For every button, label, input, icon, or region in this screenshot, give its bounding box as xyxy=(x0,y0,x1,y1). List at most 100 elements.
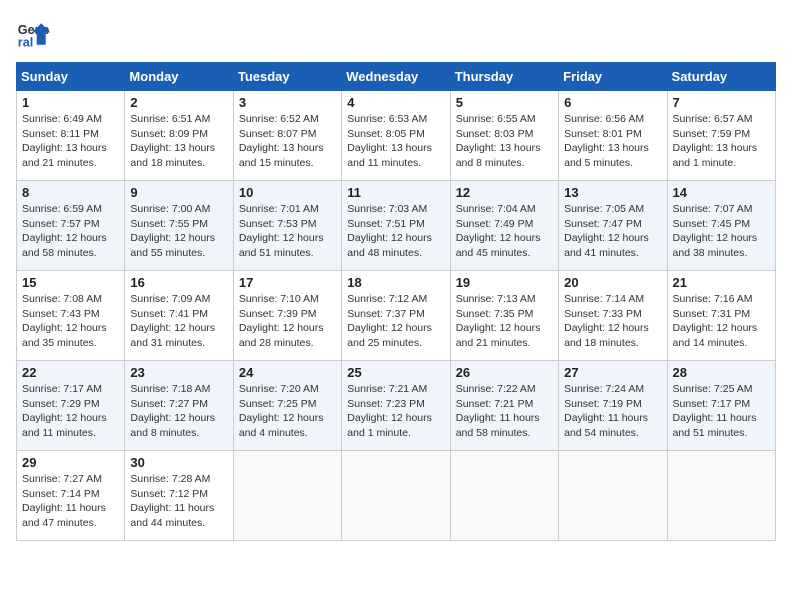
weekday-header-tuesday: Tuesday xyxy=(233,63,341,91)
calendar-cell: 6 Sunrise: 6:56 AMSunset: 8:01 PMDaylight… xyxy=(559,91,667,181)
day-number: 30 xyxy=(130,455,227,470)
calendar-cell: 28 Sunrise: 7:25 AMSunset: 7:17 PMDayligh… xyxy=(667,361,775,451)
day-number: 24 xyxy=(239,365,336,380)
calendar-cell: 21 Sunrise: 7:16 AMSunset: 7:31 PMDayligh… xyxy=(667,271,775,361)
calendar-cell: 11Sunrise: 7:03 AMSunset: 7:51 PMDayligh… xyxy=(342,181,450,271)
day-info: Sunrise: 6:56 AMSunset: 8:01 PMDaylight:… xyxy=(564,112,661,171)
page-header: Gene ral xyxy=(16,16,776,52)
day-info: Sunrise: 6:49 AMSunset: 8:11 PMDaylight:… xyxy=(22,112,119,171)
calendar-cell: 17 Sunrise: 7:10 AMSunset: 7:39 PMDayligh… xyxy=(233,271,341,361)
logo: Gene ral xyxy=(16,16,56,52)
calendar-cell: 23 Sunrise: 7:18 AMSunset: 7:27 PMDayligh… xyxy=(125,361,233,451)
day-number: 12 xyxy=(456,185,553,200)
calendar-cell xyxy=(233,451,341,541)
day-info: Sunrise: 7:18 AMSunset: 7:27 PMDaylight:… xyxy=(130,382,227,441)
calendar-cell: 20 Sunrise: 7:14 AMSunset: 7:33 PMDayligh… xyxy=(559,271,667,361)
day-number: 10 xyxy=(239,185,336,200)
day-number: 5 xyxy=(456,95,553,110)
calendar-cell: 29Sunrise: 7:27 AMSunset: 7:14 PMDayligh… xyxy=(17,451,125,541)
day-info: Sunrise: 7:10 AMSunset: 7:39 PMDaylight:… xyxy=(239,292,336,351)
day-info: Sunrise: 6:53 AMSunset: 8:05 PMDaylight:… xyxy=(347,112,444,171)
day-number: 7 xyxy=(673,95,770,110)
day-number: 16 xyxy=(130,275,227,290)
day-info: Sunrise: 7:16 AMSunset: 7:31 PMDaylight:… xyxy=(673,292,770,351)
calendar-cell: 30 Sunrise: 7:28 AMSunset: 7:12 PMDayligh… xyxy=(125,451,233,541)
calendar-cell: 27 Sunrise: 7:24 AMSunset: 7:19 PMDayligh… xyxy=(559,361,667,451)
weekday-header-thursday: Thursday xyxy=(450,63,558,91)
day-number: 8 xyxy=(22,185,119,200)
calendar-cell: 8 Sunrise: 6:59 AMSunset: 7:57 PMDaylight… xyxy=(17,181,125,271)
day-info: Sunrise: 7:05 AMSunset: 7:47 PMDaylight:… xyxy=(564,202,661,261)
day-number: 3 xyxy=(239,95,336,110)
day-number: 27 xyxy=(564,365,661,380)
weekday-header-sunday: Sunday xyxy=(17,63,125,91)
day-info: Sunrise: 7:17 AMSunset: 7:29 PMDaylight:… xyxy=(22,382,119,441)
day-info: Sunrise: 6:59 AMSunset: 7:57 PMDaylight:… xyxy=(22,202,119,261)
day-info: Sunrise: 6:52 AMSunset: 8:07 PMDaylight:… xyxy=(239,112,336,171)
day-info: Sunrise: 7:22 AMSunset: 7:21 PMDaylight:… xyxy=(456,382,553,441)
calendar-cell xyxy=(559,451,667,541)
calendar-cell: 22 Sunrise: 7:17 AMSunset: 7:29 PMDayligh… xyxy=(17,361,125,451)
calendar-week-row: 15Sunrise: 7:08 AMSunset: 7:43 PMDayligh… xyxy=(17,271,776,361)
calendar-cell: 14 Sunrise: 7:07 AMSunset: 7:45 PMDayligh… xyxy=(667,181,775,271)
day-info: Sunrise: 7:12 AMSunset: 7:37 PMDaylight:… xyxy=(347,292,444,351)
calendar-week-row: 8 Sunrise: 6:59 AMSunset: 7:57 PMDaylight… xyxy=(17,181,776,271)
day-number: 14 xyxy=(673,185,770,200)
day-info: Sunrise: 7:13 AMSunset: 7:35 PMDaylight:… xyxy=(456,292,553,351)
day-info: Sunrise: 6:51 AMSunset: 8:09 PMDaylight:… xyxy=(130,112,227,171)
day-number: 17 xyxy=(239,275,336,290)
weekday-header-saturday: Saturday xyxy=(667,63,775,91)
calendar-cell: 10 Sunrise: 7:01 AMSunset: 7:53 PMDayligh… xyxy=(233,181,341,271)
day-info: Sunrise: 7:25 AMSunset: 7:17 PMDaylight:… xyxy=(673,382,770,441)
calendar-cell: 7 Sunrise: 6:57 AMSunset: 7:59 PMDaylight… xyxy=(667,91,775,181)
day-info: Sunrise: 7:28 AMSunset: 7:12 PMDaylight:… xyxy=(130,472,227,531)
day-info: Sunrise: 6:57 AMSunset: 7:59 PMDaylight:… xyxy=(673,112,770,171)
day-number: 26 xyxy=(456,365,553,380)
calendar-cell: 3 Sunrise: 6:52 AMSunset: 8:07 PMDaylight… xyxy=(233,91,341,181)
weekday-header-friday: Friday xyxy=(559,63,667,91)
day-number: 21 xyxy=(673,275,770,290)
calendar-cell: 19 Sunrise: 7:13 AMSunset: 7:35 PMDayligh… xyxy=(450,271,558,361)
day-number: 28 xyxy=(673,365,770,380)
calendar-cell xyxy=(342,451,450,541)
day-number: 19 xyxy=(456,275,553,290)
calendar-cell: 26 Sunrise: 7:22 AMSunset: 7:21 PMDayligh… xyxy=(450,361,558,451)
calendar-cell: 13Sunrise: 7:05 AMSunset: 7:47 PMDayligh… xyxy=(559,181,667,271)
calendar-cell: 16Sunrise: 7:09 AMSunset: 7:41 PMDayligh… xyxy=(125,271,233,361)
calendar-week-row: 1 Sunrise: 6:49 AMSunset: 8:11 PMDaylight… xyxy=(17,91,776,181)
svg-text:ral: ral xyxy=(18,36,33,50)
calendar-cell xyxy=(450,451,558,541)
day-number: 11 xyxy=(347,185,444,200)
day-number: 18 xyxy=(347,275,444,290)
day-number: 22 xyxy=(22,365,119,380)
day-info: Sunrise: 7:27 AMSunset: 7:14 PMDaylight:… xyxy=(22,472,119,531)
day-info: Sunrise: 7:24 AMSunset: 7:19 PMDaylight:… xyxy=(564,382,661,441)
day-number: 1 xyxy=(22,95,119,110)
day-number: 23 xyxy=(130,365,227,380)
calendar-week-row: 29Sunrise: 7:27 AMSunset: 7:14 PMDayligh… xyxy=(17,451,776,541)
day-number: 9 xyxy=(130,185,227,200)
day-number: 6 xyxy=(564,95,661,110)
day-info: Sunrise: 7:20 AMSunset: 7:25 PMDaylight:… xyxy=(239,382,336,441)
calendar-cell: 1 Sunrise: 6:49 AMSunset: 8:11 PMDaylight… xyxy=(17,91,125,181)
calendar-cell: 18 Sunrise: 7:12 AMSunset: 7:37 PMDayligh… xyxy=(342,271,450,361)
calendar-cell: 5 Sunrise: 6:55 AMSunset: 8:03 PMDaylight… xyxy=(450,91,558,181)
day-number: 25 xyxy=(347,365,444,380)
day-number: 20 xyxy=(564,275,661,290)
calendar-cell: 4 Sunrise: 6:53 AMSunset: 8:05 PMDaylight… xyxy=(342,91,450,181)
calendar-cell: 24 Sunrise: 7:20 AMSunset: 7:25 PMDayligh… xyxy=(233,361,341,451)
day-info: Sunrise: 7:00 AMSunset: 7:55 PMDaylight:… xyxy=(130,202,227,261)
day-number: 4 xyxy=(347,95,444,110)
calendar-cell: 12 Sunrise: 7:04 AMSunset: 7:49 PMDayligh… xyxy=(450,181,558,271)
day-info: Sunrise: 7:01 AMSunset: 7:53 PMDaylight:… xyxy=(239,202,336,261)
calendar-table: SundayMondayTuesdayWednesdayThursdayFrid… xyxy=(16,62,776,541)
day-info: Sunrise: 7:04 AMSunset: 7:49 PMDaylight:… xyxy=(456,202,553,261)
day-info: Sunrise: 7:07 AMSunset: 7:45 PMDaylight:… xyxy=(673,202,770,261)
calendar-cell: 25Sunrise: 7:21 AMSunset: 7:23 PMDayligh… xyxy=(342,361,450,451)
calendar-cell: 9 Sunrise: 7:00 AMSunset: 7:55 PMDaylight… xyxy=(125,181,233,271)
calendar-week-row: 22 Sunrise: 7:17 AMSunset: 7:29 PMDayligh… xyxy=(17,361,776,451)
weekday-header-monday: Monday xyxy=(125,63,233,91)
day-info: Sunrise: 7:14 AMSunset: 7:33 PMDaylight:… xyxy=(564,292,661,351)
day-info: Sunrise: 6:55 AMSunset: 8:03 PMDaylight:… xyxy=(456,112,553,171)
weekday-header-wednesday: Wednesday xyxy=(342,63,450,91)
